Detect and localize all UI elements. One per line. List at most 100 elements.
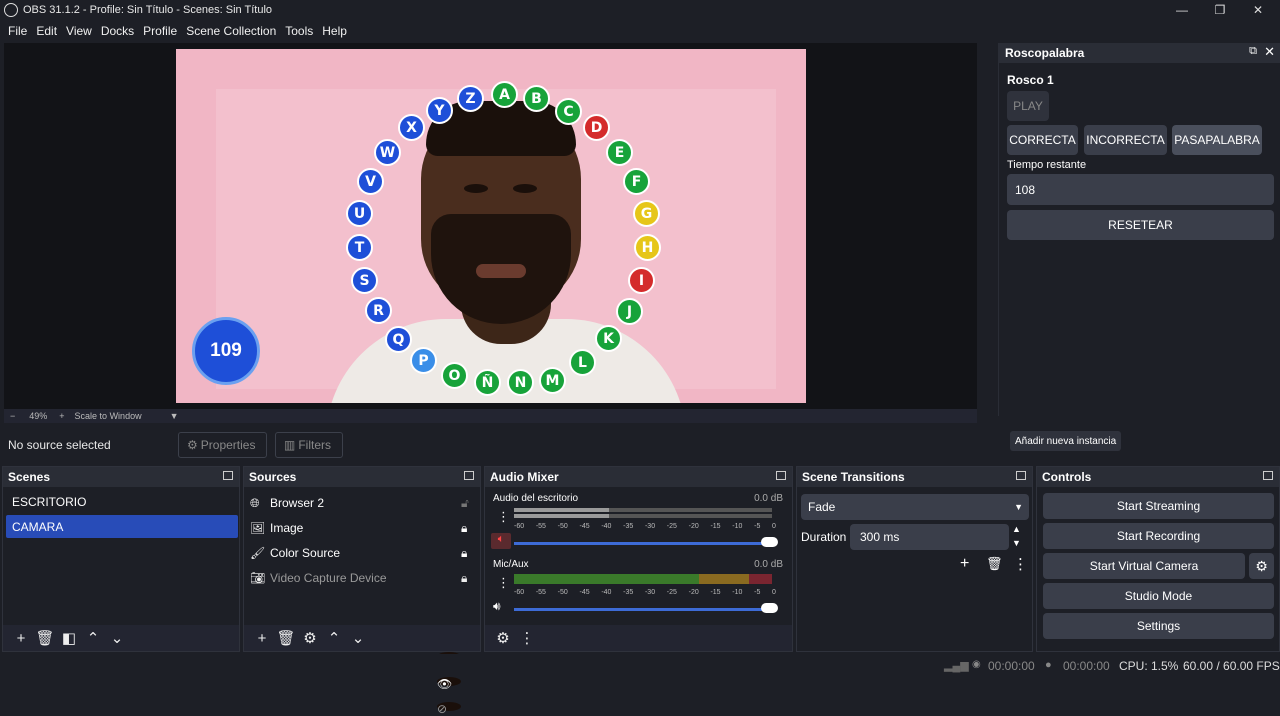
add-source-icon[interactable]: + xyxy=(250,630,274,647)
remove-transition-icon[interactable]: 🗑 xyxy=(986,556,1003,572)
lock-icon[interactable]: 🔒︎ xyxy=(461,571,467,586)
move-down-icon[interactable]: ⌄ xyxy=(346,629,370,647)
tiempo-input[interactable]: 108 xyxy=(1007,174,1274,205)
close-dock-icon[interactable]: ✕ xyxy=(1264,44,1275,60)
settings-button[interactable]: Settings xyxy=(1043,613,1274,639)
remove-scene-icon[interactable]: 🗑 xyxy=(33,629,57,647)
float-icon[interactable] xyxy=(1263,471,1273,480)
unlock-icon[interactable]: 🔓︎ xyxy=(461,496,469,511)
incorrecta-button[interactable]: INCORRECTA xyxy=(1084,125,1167,155)
move-up-icon[interactable]: ⌃ xyxy=(322,629,346,647)
add-instance-button[interactable]: Añadir nueva instancia xyxy=(1010,431,1122,451)
float-icon[interactable] xyxy=(223,471,233,480)
add-scene-icon[interactable]: + xyxy=(9,630,33,647)
rosco-letter: M xyxy=(539,367,566,394)
resetear-button[interactable]: RESETEAR xyxy=(1007,210,1274,240)
muted-speaker-icon[interactable]: 🔈︎ xyxy=(491,533,511,549)
play-button[interactable]: PLAY xyxy=(1007,91,1049,121)
volume-slider[interactable] xyxy=(514,603,784,615)
rosco-letter: D xyxy=(583,114,610,141)
float-icon[interactable]: ⧉ xyxy=(1249,45,1257,58)
menu-edit[interactable]: Edit xyxy=(32,24,61,38)
track-menu-icon[interactable]: ⋮ xyxy=(497,575,510,591)
float-icon[interactable] xyxy=(1016,471,1026,480)
scene-item-active[interactable]: CAMARA xyxy=(6,515,238,538)
move-up-icon[interactable]: ⌃ xyxy=(81,629,105,647)
studio-mode-button[interactable]: Studio Mode xyxy=(1043,583,1274,609)
menu-tools[interactable]: Tools xyxy=(281,24,317,38)
preview-canvas[interactable]: ABCDEFGHIJKLMNÑOPQRSTUVWXYZ 109 xyxy=(176,49,806,403)
menu-scene-collection[interactable]: Scene Collection xyxy=(182,24,280,38)
scene-filters-icon[interactable]: ◧ xyxy=(57,629,81,647)
tick-label: -15 xyxy=(710,589,721,596)
zoom-out-button[interactable]: − xyxy=(10,411,15,421)
rosco-timer: 109 xyxy=(192,317,260,385)
sources-title: Sources xyxy=(249,470,297,484)
track-db: 0.0 dB xyxy=(754,559,783,570)
source-properties-icon[interactable]: ⚙ xyxy=(298,629,322,647)
stepper-down-icon[interactable]: ▼ xyxy=(1012,538,1021,548)
record-time: 00:00:00 xyxy=(1063,659,1110,673)
volume-slider[interactable] xyxy=(514,537,784,549)
person-eye-right xyxy=(513,184,537,193)
source-item[interactable]: 🖼︎ Image 👁︎ 🔒︎ xyxy=(250,517,472,667)
menu-file[interactable]: File xyxy=(4,24,31,38)
menu-help[interactable]: Help xyxy=(318,24,351,38)
menu-docks[interactable]: Docks xyxy=(97,24,138,38)
duration-input[interactable]: 300 ms xyxy=(850,524,1009,550)
properties-button[interactable]: ⚙ Properties xyxy=(178,432,267,458)
roscopalabra-header: Roscopalabra ⧉ ✕ xyxy=(999,43,1280,63)
menu-profile[interactable]: Profile xyxy=(139,24,181,38)
float-icon[interactable] xyxy=(776,471,786,480)
source-item[interactable]: 📷︎ Video Capture Device ⊘ 🔒︎ xyxy=(250,567,472,716)
filters-button[interactable]: ▥ Filters xyxy=(275,432,343,458)
menu-view[interactable]: View xyxy=(62,24,96,38)
rosco-letter: V xyxy=(357,168,384,195)
add-transition-icon[interactable]: + xyxy=(960,555,969,573)
rosco-letter: O xyxy=(441,362,468,389)
transition-select[interactable]: Fade ▼ xyxy=(801,494,1029,520)
source-name: Color Source xyxy=(270,546,341,560)
sources-dock: Sources 🌐︎ Browser 2 👁︎ 🔓︎ 🖼︎ Image 👁︎ 🔒… xyxy=(243,466,481,716)
zoom-in-button[interactable]: + xyxy=(59,411,64,421)
scene-item[interactable]: ESCRITORIO xyxy=(6,490,238,513)
scale-dropdown-icon[interactable]: ▼ xyxy=(170,411,179,421)
correcta-button[interactable]: CORRECTA xyxy=(1007,125,1078,155)
rosco-letter: X xyxy=(398,114,425,141)
close-icon[interactable]: ✕ xyxy=(1240,0,1276,20)
tick-label: -35 xyxy=(623,589,634,596)
scale-mode[interactable]: Scale to Window xyxy=(75,411,142,421)
maximize-icon[interactable]: ❐ xyxy=(1202,0,1238,20)
properties-label: Properties xyxy=(200,438,256,452)
track-menu-icon[interactable]: ⋮ xyxy=(497,509,510,525)
source-item[interactable]: 🖌︎ Color Source 👁︎ 🔒︎ xyxy=(250,542,472,692)
chevron-down-icon: ▼ xyxy=(1014,502,1023,512)
advanced-audio-icon[interactable]: ⚙ xyxy=(491,629,515,647)
mixer-menu-icon[interactable]: ⋮ xyxy=(515,629,539,647)
rosco-letter: G xyxy=(633,200,660,227)
float-icon[interactable] xyxy=(464,471,474,480)
pasapalabra-button[interactable]: PASAPALABRA xyxy=(1172,125,1262,155)
filter-icon: ▥ xyxy=(284,438,296,452)
menu-bar: File Edit View Docks Profile Scene Colle… xyxy=(0,20,1280,42)
start-recording-button[interactable]: Start Recording xyxy=(1043,523,1274,549)
stepper-up-icon[interactable]: ▲ xyxy=(1012,524,1021,534)
speaker-icon[interactable]: 🔊︎ xyxy=(493,599,501,614)
remove-source-icon[interactable]: 🗑 xyxy=(274,629,298,647)
source-name: Video Capture Device xyxy=(270,571,387,585)
tick-label: -30 xyxy=(644,523,656,530)
virtual-camera-settings-icon[interactable]: ⚙ xyxy=(1249,553,1274,579)
visibility-icon[interactable]: 👁︎ xyxy=(437,677,461,691)
minimize-icon[interactable]: — xyxy=(1164,0,1200,20)
audio-mixer-dock: Audio Mixer Audio del escritorio 0.0 dB … xyxy=(484,466,793,652)
start-streaming-button[interactable]: Start Streaming xyxy=(1043,493,1274,519)
move-down-icon[interactable]: ⌄ xyxy=(105,629,129,647)
hidden-icon[interactable]: ⊘ xyxy=(437,702,461,716)
transition-menu-icon[interactable]: ⋮ xyxy=(1013,555,1028,573)
fps-display: 60.00 / 60.00 FPS xyxy=(1183,659,1280,673)
lock-icon[interactable]: 🔒︎ xyxy=(461,521,467,536)
lock-icon[interactable]: 🔒︎ xyxy=(461,546,467,561)
source-item[interactable]: 🌐︎ Browser 2 👁︎ 🔓︎ xyxy=(250,492,472,642)
tick-label: -55 xyxy=(535,523,546,530)
start-virtual-camera-button[interactable]: Start Virtual Camera xyxy=(1043,553,1245,579)
